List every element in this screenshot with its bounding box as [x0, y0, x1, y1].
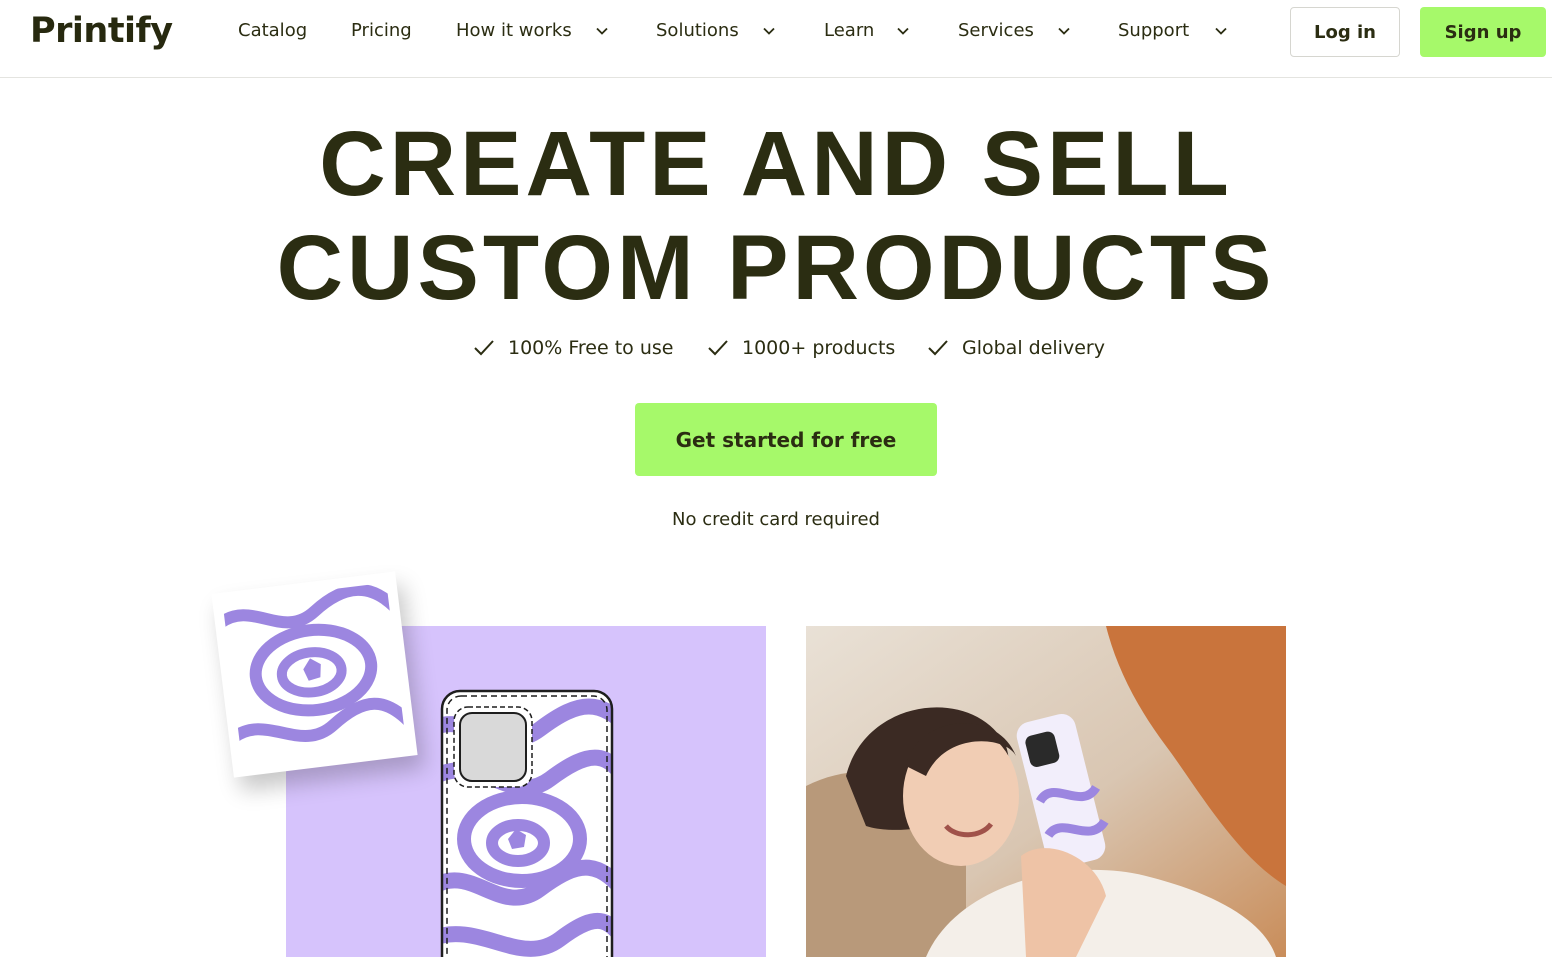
- chevron-down-icon: [1215, 27, 1227, 35]
- nav-item-services[interactable]: Services: [958, 19, 1070, 43]
- nav-item-label: Learn: [824, 20, 875, 41]
- hero-title-line-2: CUSTOM PRODUCTS: [276, 217, 1276, 319]
- nav-item-pricing[interactable]: Pricing: [351, 19, 412, 43]
- chevron-down-icon: [763, 27, 775, 35]
- nav-item-label: Solutions: [656, 20, 739, 41]
- site-header: Printify Catalog Pricing How it works So…: [0, 0, 1552, 78]
- feature-label: 100% Free to use: [508, 337, 674, 359]
- nav-item-label: Catalog: [238, 20, 308, 41]
- lifestyle-photo: [806, 626, 1286, 957]
- signup-button[interactable]: Sign up: [1420, 7, 1546, 57]
- get-started-button[interactable]: Get started for free: [635, 403, 937, 476]
- nav-item-support[interactable]: Support: [1118, 19, 1227, 43]
- checkmark-icon: [708, 340, 728, 356]
- nav-item-solutions[interactable]: Solutions: [656, 19, 775, 43]
- hero-title: CREATE AND SELL CUSTOM PRODUCTS: [0, 112, 1552, 320]
- checkmark-icon: [928, 340, 948, 356]
- hero-title-line-1: CREATE AND SELL: [319, 113, 1233, 215]
- nav-item-how-it-works[interactable]: How it works: [456, 19, 608, 43]
- feature-label: 1000+ products: [742, 337, 896, 359]
- nav-item-label: Pricing: [351, 20, 412, 41]
- feature-list: 100% Free to use 1000+ products Global d…: [0, 334, 1552, 362]
- wavy-pattern-graphic: [216, 582, 413, 767]
- chevron-down-icon: [1058, 27, 1070, 35]
- phone-case-mockup-image: [440, 689, 614, 957]
- printify-logo[interactable]: Printify: [30, 8, 173, 54]
- nav-item-catalog[interactable]: Catalog: [238, 19, 307, 43]
- nav-item-label: Support: [1118, 20, 1190, 41]
- nav-item-learn[interactable]: Learn: [824, 19, 909, 43]
- nav-item-label: Services: [958, 20, 1034, 41]
- login-button[interactable]: Log in: [1290, 7, 1400, 57]
- chevron-down-icon: [897, 27, 909, 35]
- feature-label: Global delivery: [962, 337, 1105, 359]
- nav-item-label: How it works: [456, 20, 572, 41]
- pattern-swatch-image: [211, 571, 418, 778]
- no-credit-card-note: No credit card required: [672, 509, 880, 530]
- chevron-down-icon: [596, 27, 608, 35]
- checkmark-icon: [474, 340, 494, 356]
